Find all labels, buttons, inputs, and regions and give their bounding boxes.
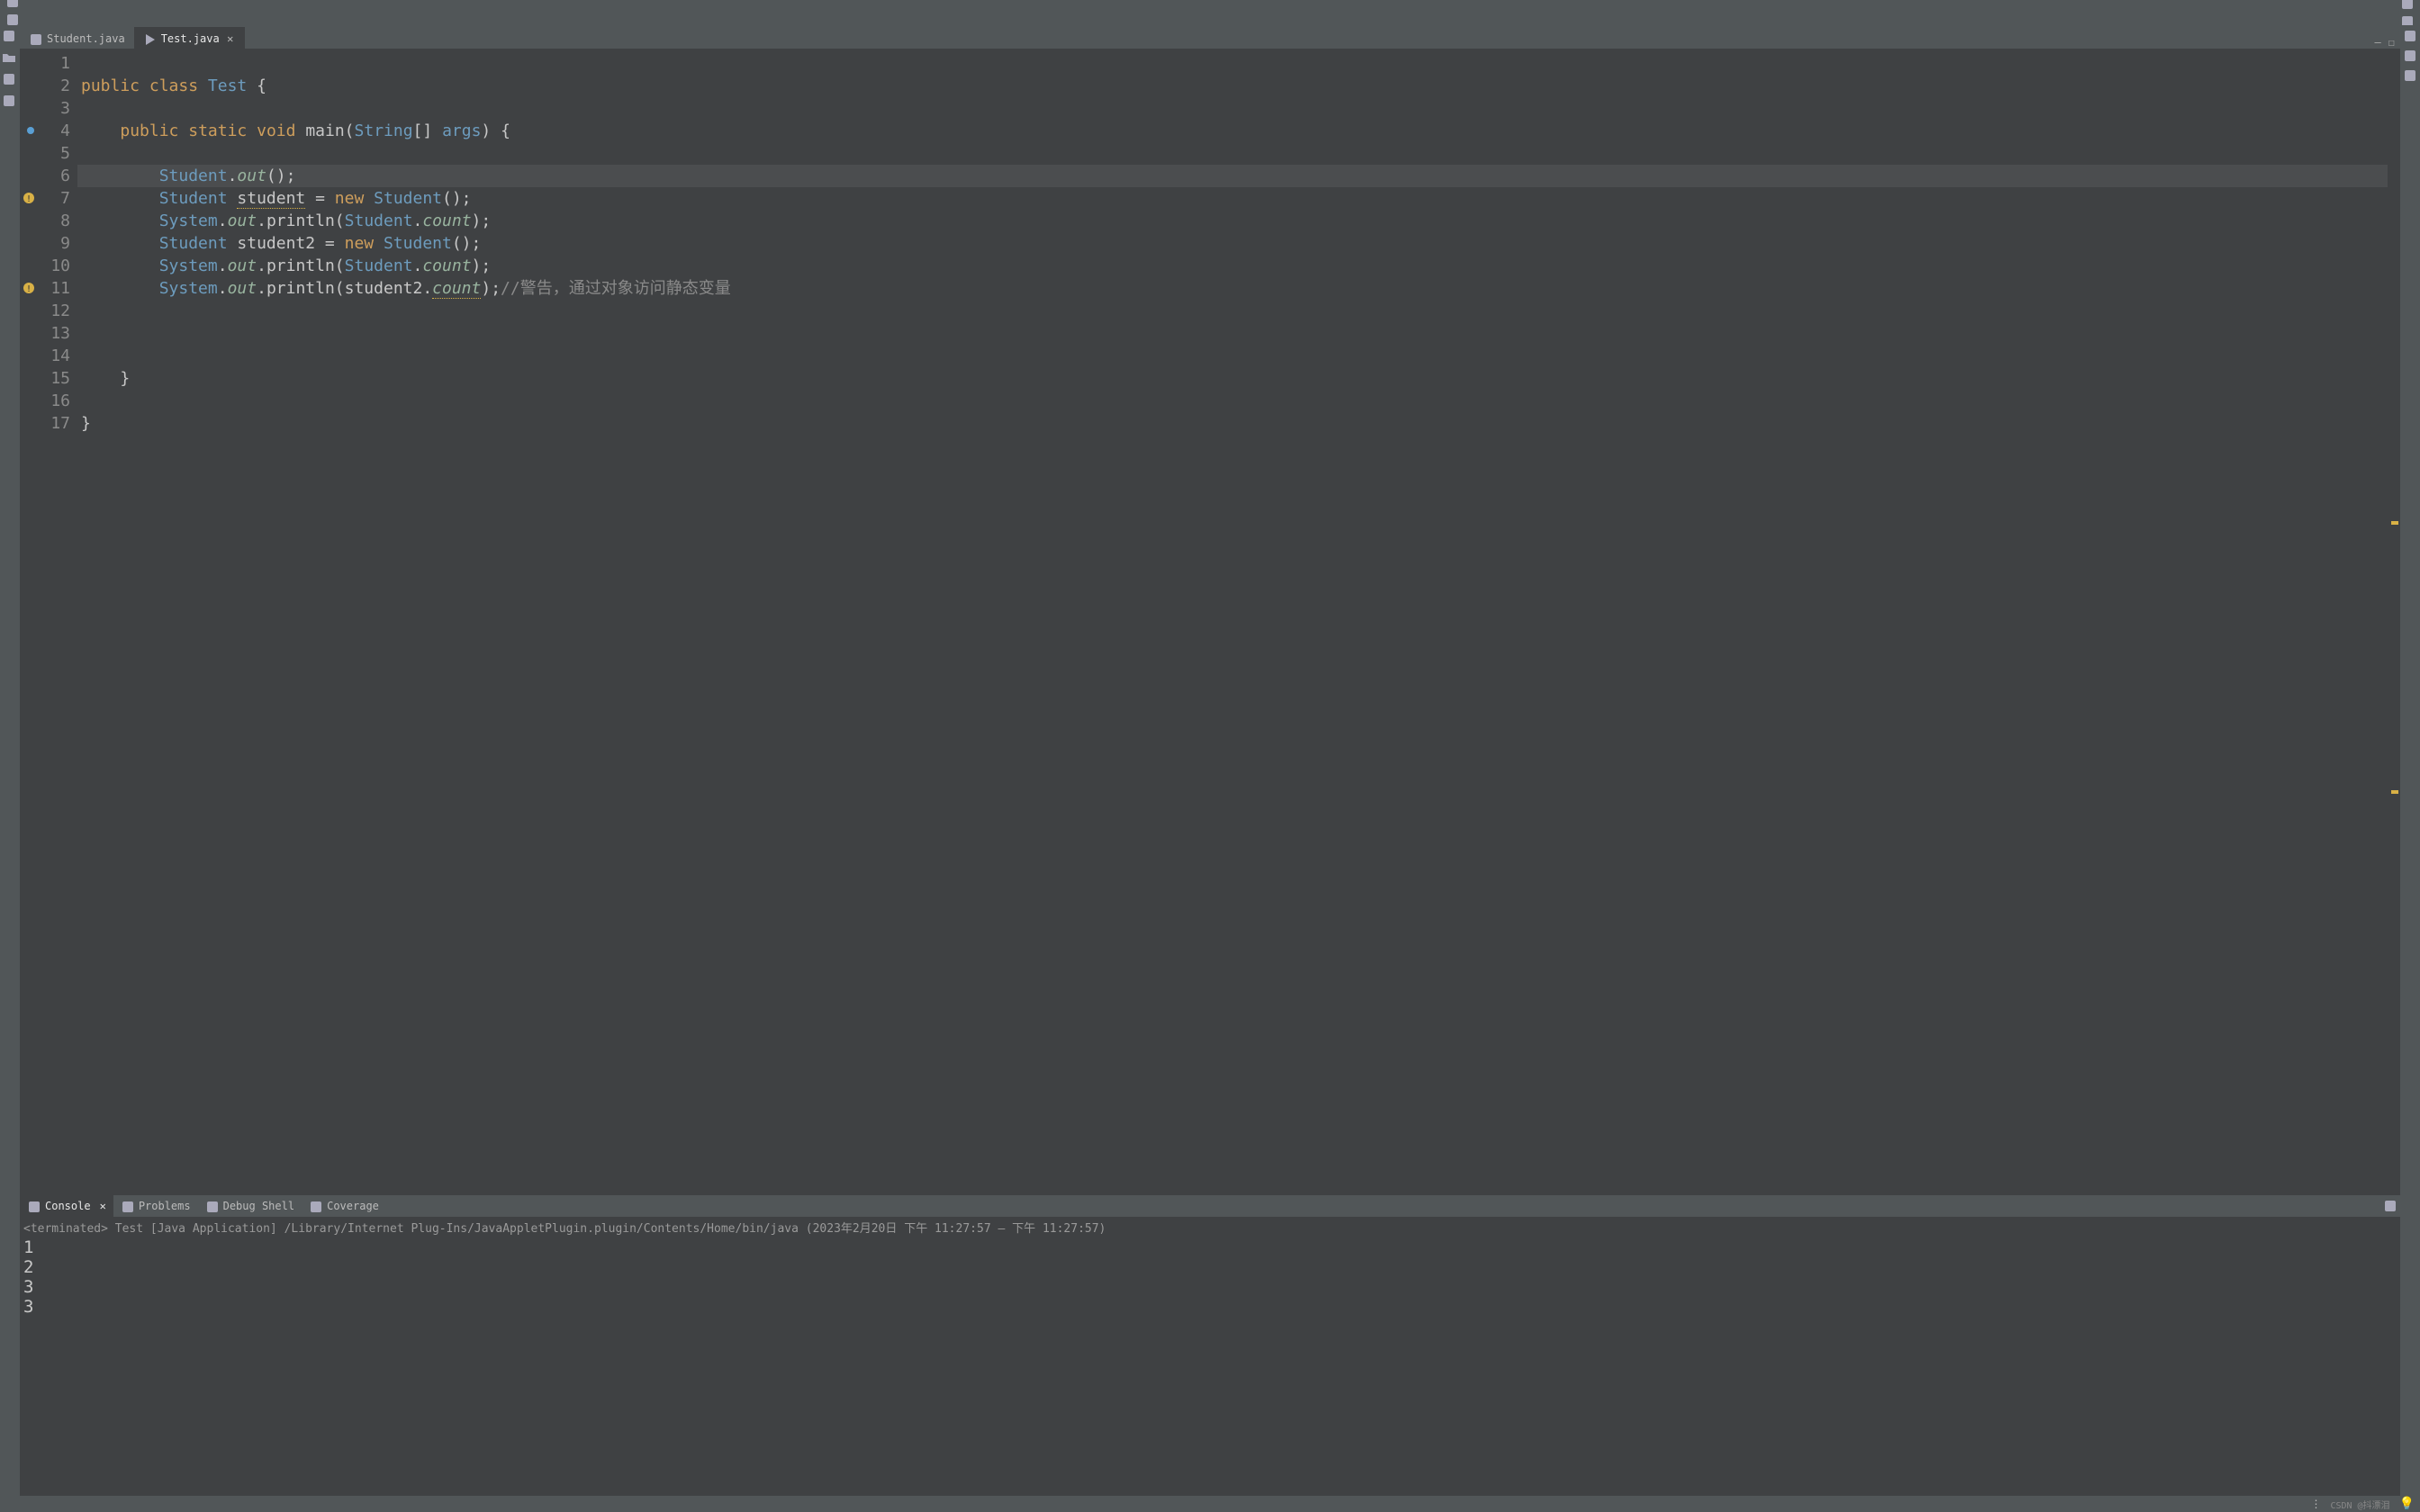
- view-tab-problems[interactable]: Problems: [113, 1195, 198, 1217]
- minimap-icon[interactable]: [2403, 29, 2417, 43]
- view-tab-coverage[interactable]: Coverage: [302, 1195, 386, 1217]
- gutter-marker-stripe: !!: [20, 49, 41, 1195]
- code-line-11[interactable]: System.out.println(student2.count);//警告，…: [77, 277, 2388, 300]
- code-line-8[interactable]: System.out.println(Student.count);: [77, 210, 2388, 232]
- link-icon[interactable]: [2403, 68, 2417, 83]
- workbench-root: Student.java Test.java ✕ – ☐ !! 123456789…: [0, 0, 2420, 1512]
- code-line-6[interactable]: Student.out();: [77, 165, 2388, 187]
- code-line-16[interactable]: [77, 390, 2388, 412]
- type-hierarchy-side-icon[interactable]: [2, 29, 18, 45]
- code-line-5[interactable]: [77, 142, 2388, 165]
- git-icon[interactable]: [2, 72, 18, 88]
- breakpoint-side-icon[interactable]: [2403, 49, 2417, 63]
- left-view-stripe: [0, 25, 20, 1496]
- java-run-file-icon: [143, 32, 156, 45]
- code-editor[interactable]: !! 1234567891011121314151617 public clas…: [20, 49, 2400, 1195]
- watermark-text: CSDN @抖漂泪: [2330, 1498, 2389, 1511]
- coverage-icon: [309, 1200, 321, 1212]
- code-line-14[interactable]: [77, 345, 2388, 367]
- bottom-view-tab-bar: Console ✕ Problems Debug Shell Coverage: [20, 1195, 2400, 1217]
- line-number-gutter: 1234567891011121314151617: [41, 49, 77, 1195]
- code-line-4[interactable]: public static void main(String[] args) {: [77, 120, 2388, 142]
- console-icon: [27, 1200, 40, 1212]
- right-view-stripe: [2400, 25, 2420, 1496]
- code-line-10[interactable]: System.out.println(Student.count);: [77, 255, 2388, 277]
- junit-icon[interactable]: [2, 94, 18, 110]
- code-line-3[interactable]: [77, 97, 2388, 120]
- close-view-icon[interactable]: ✕: [100, 1200, 106, 1212]
- plugins-icon[interactable]: [2398, 0, 2416, 13]
- code-line-13[interactable]: [77, 322, 2388, 345]
- warning-marker-icon[interactable]: !: [22, 281, 36, 300]
- view-tab-label: Problems: [139, 1200, 191, 1212]
- main-toolbar: [0, 0, 2420, 25]
- console-view: <terminated> Test [Java Application] /Li…: [20, 1217, 2400, 1496]
- editor-tab-1[interactable]: Test.java ✕: [134, 27, 245, 49]
- package-explorer-icon[interactable]: [2, 50, 18, 67]
- maximize-editor-icon[interactable]: ☐: [2387, 36, 2397, 49]
- view-tab-console[interactable]: Console ✕: [20, 1195, 113, 1217]
- view-tab-label: Coverage: [327, 1200, 379, 1212]
- annotation-warning-mark[interactable]: [2391, 790, 2398, 794]
- code-line-15[interactable]: }: [77, 367, 2388, 390]
- svg-text:!: !: [26, 194, 32, 204]
- view-tab-debug-shell[interactable]: Debug Shell: [198, 1195, 302, 1217]
- code-area[interactable]: public class Test { public static void m…: [77, 49, 2388, 1195]
- editor-column: Student.java Test.java ✕ – ☐ !! 123456789…: [20, 25, 2400, 1496]
- code-line-17[interactable]: }: [77, 412, 2388, 435]
- view-tab-label: Console: [45, 1200, 91, 1212]
- code-line-2[interactable]: public class Test {: [77, 75, 2388, 97]
- code-line-9[interactable]: Student student2 = new Student();: [77, 232, 2388, 255]
- editor-tab-0[interactable]: Student.java: [20, 27, 134, 49]
- close-tab-icon[interactable]: ✕: [225, 33, 236, 44]
- problems-icon: [121, 1200, 133, 1212]
- console-output[interactable]: 1 2 3 3: [20, 1238, 2400, 1496]
- code-line-12[interactable]: [77, 300, 2388, 322]
- word-wrap-icon[interactable]: [2382, 1198, 2398, 1214]
- center-area: Student.java Test.java ✕ – ☐ !! 123456789…: [0, 25, 2420, 1496]
- breakpoint-marker-icon[interactable]: [27, 127, 34, 134]
- debug-shell-icon: [205, 1200, 218, 1212]
- editor-tab-label: Test.java: [161, 32, 220, 45]
- view-tab-label: Debug Shell: [223, 1200, 294, 1212]
- code-line-1[interactable]: [77, 52, 2388, 75]
- svg-text:!: !: [26, 284, 32, 294]
- warning-marker-icon[interactable]: !: [22, 191, 36, 210]
- java-file-icon: [29, 32, 41, 45]
- console-process-header: <terminated> Test [Java Application] /Li…: [20, 1217, 2400, 1238]
- annotation-warning-mark[interactable]: [2391, 521, 2398, 525]
- editor-tab-label: Student.java: [47, 32, 125, 45]
- bookmark-icon[interactable]: [4, 0, 22, 11]
- annotation-stripe[interactable]: [2388, 49, 2400, 1195]
- editor-tab-bar: Student.java Test.java ✕ – ☐: [20, 25, 2400, 49]
- lightbulb-icon[interactable]: 💡: [2399, 1497, 2415, 1511]
- status-bar: ⋮ CSDN @抖漂泪 💡: [0, 1496, 2420, 1512]
- minimize-editor-icon[interactable]: –: [2373, 36, 2383, 49]
- code-line-7[interactable]: Student student = new Student();: [77, 187, 2388, 210]
